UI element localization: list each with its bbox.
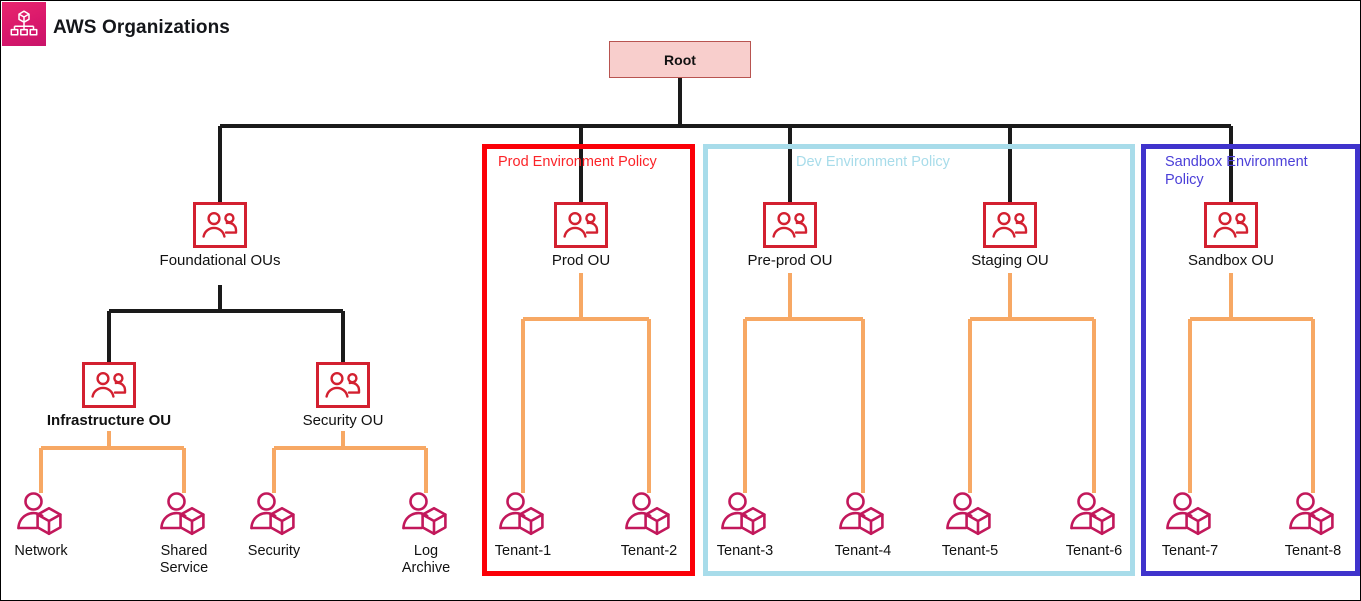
account-node-tenant-5[interactable]: Tenant-5 xyxy=(910,491,1030,560)
organizational-unit-icon xyxy=(554,202,608,248)
aws-organizations-icon xyxy=(2,2,46,46)
root-node[interactable]: Root xyxy=(609,41,751,78)
account-label-tenant-1: Tenant-1 xyxy=(494,543,552,559)
account-node-tenant-3[interactable]: Tenant-3 xyxy=(685,491,805,560)
organizational-unit-icon xyxy=(193,202,247,248)
account-label-tenant-8: Tenant-8 xyxy=(1284,543,1342,559)
root-label: Root xyxy=(664,51,696,68)
organizational-unit-icon xyxy=(316,362,370,408)
account-label-tenant-4: Tenant-4 xyxy=(834,543,892,559)
account-label-shared-service: Shared Service xyxy=(159,543,209,576)
page-title: AWS Organizations xyxy=(53,17,230,38)
ou-label-preprod-ou: Pre-prod OU xyxy=(747,252,833,269)
account-label-tenant-2: Tenant-2 xyxy=(620,543,678,559)
aws-account-icon xyxy=(15,491,67,541)
aws-account-icon xyxy=(248,491,300,541)
diagram-canvas: Prod Environment Policy Dev Environment P… xyxy=(0,0,1361,601)
aws-account-icon xyxy=(944,491,996,541)
ou-node-infrastructure[interactable]: Infrastructure OU xyxy=(39,362,179,429)
ou-label-foundational: Foundational OUs xyxy=(159,252,281,269)
policy-label-prod: Prod Environment Policy xyxy=(498,154,657,170)
account-node-security[interactable]: Security xyxy=(214,491,334,560)
ou-label-staging-ou: Staging OU xyxy=(971,252,1049,269)
account-label-tenant-3: Tenant-3 xyxy=(716,543,774,559)
organizational-unit-icon xyxy=(82,362,136,408)
aws-account-icon xyxy=(623,491,675,541)
account-node-tenant-1[interactable]: Tenant-1 xyxy=(463,491,583,560)
account-label-tenant-7: Tenant-7 xyxy=(1161,543,1219,559)
organizational-unit-icon xyxy=(1204,202,1258,248)
aws-account-icon xyxy=(837,491,889,541)
ou-label-prod-ou: Prod OU xyxy=(551,252,611,269)
account-label-log-archive: Log Archive xyxy=(401,543,451,576)
organizational-unit-icon xyxy=(763,202,817,248)
ou-node-security-ou[interactable]: Security OU xyxy=(273,362,413,429)
aws-account-icon xyxy=(497,491,549,541)
aws-account-icon xyxy=(719,491,771,541)
account-node-tenant-4[interactable]: Tenant-4 xyxy=(803,491,923,560)
account-node-tenant-7[interactable]: Tenant-7 xyxy=(1130,491,1250,560)
ou-node-prod-ou[interactable]: Prod OU xyxy=(511,202,651,269)
account-label-security: Security xyxy=(247,543,301,559)
aws-account-icon xyxy=(1068,491,1120,541)
ou-node-sandbox-ou[interactable]: Sandbox OU xyxy=(1161,202,1301,269)
organizational-unit-icon xyxy=(983,202,1037,248)
ou-label-infrastructure: Infrastructure OU xyxy=(46,412,172,429)
policy-label-dev: Dev Environment Policy xyxy=(796,154,950,170)
ou-node-staging-ou[interactable]: Staging OU xyxy=(940,202,1080,269)
policy-label-sandbox: Sandbox Environment Policy xyxy=(1165,154,1308,188)
account-node-network[interactable]: Network xyxy=(1,491,101,560)
ou-label-security-ou: Security OU xyxy=(302,412,384,429)
ou-node-foundational[interactable]: Foundational OUs xyxy=(150,202,290,269)
account-node-tenant-8[interactable]: Tenant-8 xyxy=(1253,491,1360,560)
ou-label-sandbox-ou: Sandbox OU xyxy=(1188,252,1274,269)
account-label-network: Network xyxy=(14,543,68,559)
aws-account-icon xyxy=(1287,491,1339,541)
account-label-tenant-5: Tenant-5 xyxy=(941,543,999,559)
aws-account-icon xyxy=(1164,491,1216,541)
account-label-tenant-6: Tenant-6 xyxy=(1065,543,1123,559)
ou-node-preprod-ou[interactable]: Pre-prod OU xyxy=(720,202,860,269)
aws-account-icon xyxy=(400,491,452,541)
aws-account-icon xyxy=(158,491,210,541)
